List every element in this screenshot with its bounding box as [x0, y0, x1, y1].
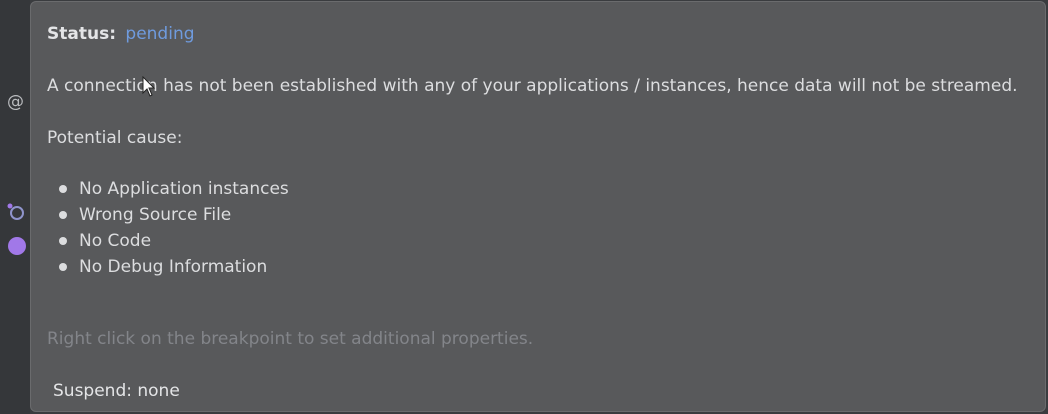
cause-label: No Debug Information: [79, 257, 268, 277]
connection-message: A connection has not been established wi…: [47, 76, 1018, 96]
potential-cause-heading: Potential cause:: [47, 128, 183, 148]
list-item: No Application instances: [59, 176, 289, 202]
bullet-icon: [59, 211, 67, 219]
list-item: Wrong Source File: [59, 202, 289, 228]
status-line: Status: pending: [47, 24, 195, 44]
annotation-icon: @: [7, 92, 24, 112]
list-item: No Code: [59, 228, 289, 254]
breakpoint-status-tooltip: Status: pending A connection has not bee…: [30, 1, 1046, 412]
breakpoint-dot-icon[interactable]: [8, 237, 26, 255]
breakpoint-linked-icon[interactable]: [7, 203, 25, 221]
bullet-icon: [59, 263, 67, 271]
cause-label: No Code: [79, 231, 152, 251]
cause-label: No Application instances: [79, 179, 289, 199]
list-item: No Debug Information: [59, 254, 289, 280]
bullet-icon: [59, 185, 67, 193]
status-label: Status:: [47, 24, 116, 44]
status-value: pending: [125, 24, 195, 44]
cause-label: Wrong Source File: [79, 205, 232, 225]
bullet-icon: [59, 237, 67, 245]
mouse-pointer-icon: [142, 76, 156, 97]
properties-hint: Right click on the breakpoint to set add…: [47, 329, 534, 349]
cause-list: No Application instances Wrong Source Fi…: [59, 176, 289, 280]
suspend-policy[interactable]: Suspend: none: [53, 381, 180, 401]
editor-gutter: @: [0, 0, 30, 414]
